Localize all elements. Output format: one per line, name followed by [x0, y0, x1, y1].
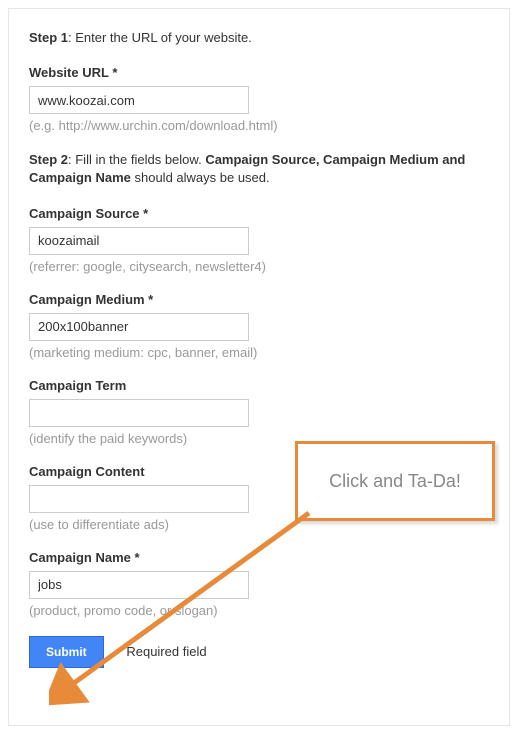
campaign-name-label: Campaign Name * — [29, 550, 489, 565]
step1-rest: : Enter the URL of your website. — [68, 30, 252, 45]
submit-button[interactable]: Submit — [29, 636, 104, 668]
campaign-name-hint: (product, promo code, or slogan) — [29, 603, 489, 618]
campaign-content-input[interactable] — [29, 485, 249, 513]
website-url-group: Website URL * (e.g. http://www.urchin.co… — [29, 65, 489, 133]
campaign-term-group: Campaign Term (identify the paid keyword… — [29, 378, 489, 446]
campaign-source-hint: (referrer: google, citysearch, newslette… — [29, 259, 489, 274]
website-url-input[interactable] — [29, 86, 249, 114]
website-url-hint: (e.g. http://www.urchin.com/download.htm… — [29, 118, 489, 133]
required-field-text: * Required field — [118, 644, 207, 659]
submit-row: Submit * Required field — [29, 636, 489, 668]
campaign-name-input[interactable] — [29, 571, 249, 599]
step2-text: Step 2: Fill in the fields below. Campai… — [29, 151, 489, 187]
step2-text2: should always be used. — [131, 170, 270, 185]
step1-text: Step 1: Enter the URL of your website. — [29, 29, 489, 47]
form-container: Step 1: Enter the URL of your website. W… — [8, 8, 510, 726]
campaign-medium-input[interactable] — [29, 313, 249, 341]
campaign-source-label: Campaign Source * — [29, 206, 489, 221]
callout-text: Click and Ta-Da! — [329, 471, 461, 492]
campaign-name-group: Campaign Name * (product, promo code, or… — [29, 550, 489, 618]
website-url-label: Website URL * — [29, 65, 489, 80]
campaign-medium-hint: (marketing medium: cpc, banner, email) — [29, 345, 489, 360]
callout-box: Click and Ta-Da! — [295, 441, 495, 521]
step1-bold: Step 1 — [29, 30, 68, 45]
campaign-source-group: Campaign Source * (referrer: google, cit… — [29, 206, 489, 274]
step2-bold1: Step 2 — [29, 152, 68, 167]
campaign-source-input[interactable] — [29, 227, 249, 255]
campaign-term-label: Campaign Term — [29, 378, 489, 393]
campaign-medium-group: Campaign Medium * (marketing medium: cpc… — [29, 292, 489, 360]
campaign-medium-label: Campaign Medium * — [29, 292, 489, 307]
campaign-term-input[interactable] — [29, 399, 249, 427]
step2-text1: : Fill in the fields below. — [68, 152, 205, 167]
